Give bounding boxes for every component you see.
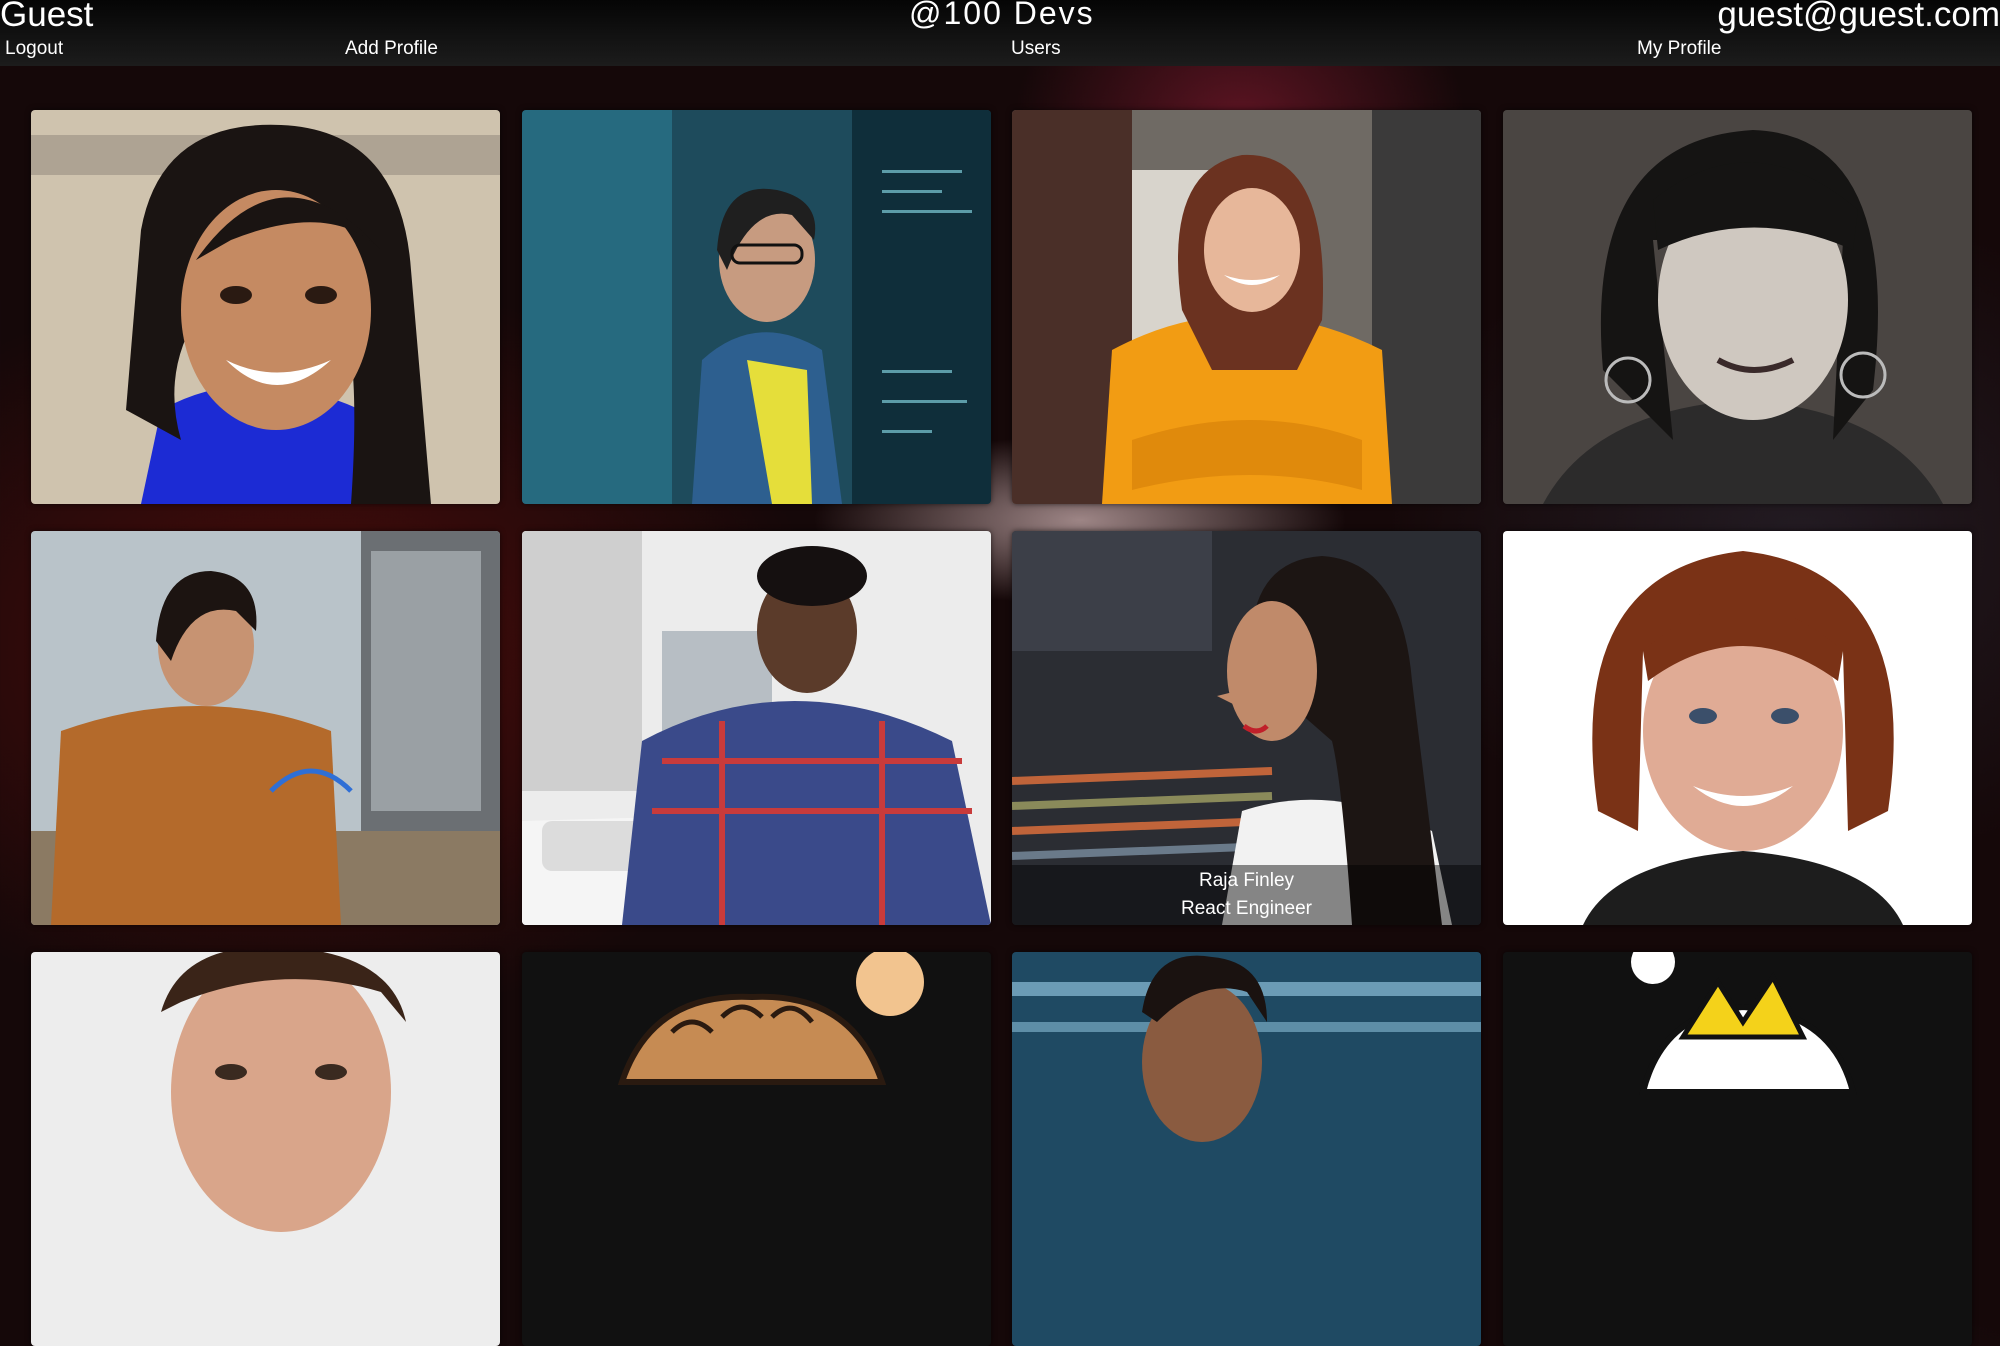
profile-photo <box>1503 952 1972 1346</box>
profile-photo <box>1012 952 1481 1346</box>
profile-photo <box>31 110 500 504</box>
profile-card[interactable] <box>522 110 991 504</box>
profile-card[interactable] <box>1503 531 1972 925</box>
profile-card[interactable] <box>31 110 500 504</box>
profile-grid: Raja Finley React Engineer <box>0 0 2000 1346</box>
profile-photo <box>522 531 991 925</box>
profile-card[interactable] <box>1503 952 1972 1346</box>
profile-card[interactable] <box>31 531 500 925</box>
profile-card[interactable] <box>31 952 500 1346</box>
profile-photo <box>1012 110 1481 504</box>
profile-photo <box>522 110 991 504</box>
profile-caption: Raja Finley React Engineer <box>1012 865 1481 925</box>
profile-photo <box>1503 110 1972 504</box>
profile-card[interactable] <box>1503 110 1972 504</box>
profile-card[interactable] <box>1012 110 1481 504</box>
profile-photo <box>1503 531 1972 925</box>
profile-card[interactable] <box>522 531 991 925</box>
profile-card[interactable] <box>522 952 991 1346</box>
profile-card[interactable]: Raja Finley React Engineer <box>1012 531 1481 925</box>
profile-title: React Engineer <box>1181 898 1312 919</box>
profile-photo <box>31 531 500 925</box>
profile-photo <box>31 952 500 1346</box>
profile-name: Raja Finley <box>1198 870 1295 891</box>
profile-photo <box>522 952 991 1346</box>
profile-card[interactable] <box>1012 952 1481 1346</box>
